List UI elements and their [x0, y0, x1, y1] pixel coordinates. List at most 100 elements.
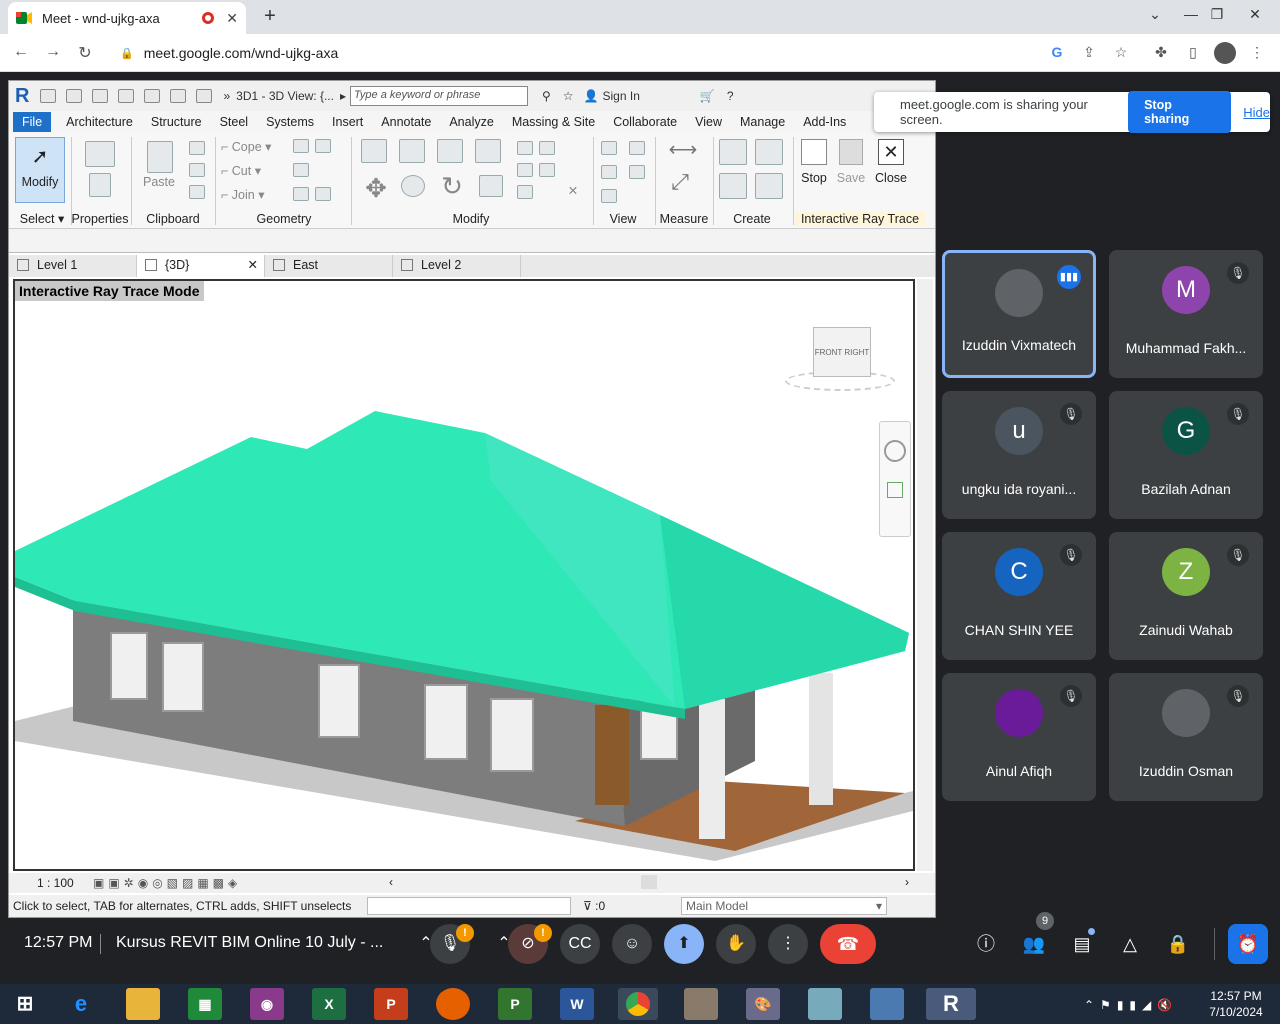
raise-hand-button[interactable]: ✋ — [716, 924, 756, 964]
mirror-pick-icon[interactable] — [437, 139, 463, 163]
mirror-draw-icon[interactable] — [475, 139, 501, 163]
design-option-select[interactable]: Main Model ▾ — [681, 897, 887, 915]
tab-architecture[interactable]: Architecture — [66, 115, 133, 129]
back-icon[interactable]: ← — [10, 43, 32, 63]
system-tray-icons[interactable]: ⌃⚑▮▮◢🔇 — [1084, 998, 1178, 1012]
new-tab-button[interactable]: + — [258, 4, 282, 28]
tool-icon[interactable] — [684, 988, 718, 1020]
tab-structure[interactable]: Structure — [151, 115, 202, 129]
filter-count[interactable]: ⊽ :0 — [583, 899, 605, 913]
participant-tile[interactable]: G Bazilah Adnan 🎙 — [1109, 391, 1263, 519]
star-icon[interactable]: ☆ — [563, 89, 574, 103]
participant-tile[interactable]: Izuddin Vixmatech ▮▮▮ — [942, 250, 1096, 378]
cut-button[interactable]: ⌐ Cut ▾ — [221, 163, 291, 178]
view-tab-level-1[interactable]: Level 1 — [9, 255, 137, 277]
create-group-icon[interactable] — [755, 139, 783, 165]
pin-icon[interactable] — [517, 185, 533, 199]
copy-clip-icon[interactable] — [189, 163, 205, 177]
geometry-tool-3-icon[interactable] — [293, 163, 309, 177]
tab-annotate[interactable]: Annotate — [381, 115, 431, 129]
type-properties-icon[interactable] — [89, 173, 111, 197]
view-tool-4-icon[interactable] — [629, 165, 645, 179]
scroll-left-icon[interactable]: ‹ — [389, 875, 393, 889]
split-gap-icon[interactable] — [539, 141, 555, 155]
measure-qat-icon[interactable] — [196, 89, 213, 103]
leave-call-button[interactable]: ☎ — [820, 924, 876, 964]
tab-collaborate[interactable]: Collaborate — [613, 115, 677, 129]
extensions-icon[interactable]: ✤ — [1152, 44, 1170, 62]
help-icon[interactable]: ? — [727, 89, 734, 103]
stop-sharing-button[interactable]: Stop sharing — [1128, 91, 1232, 133]
browser-tab[interactable]: Meet - wnd-ujkg-axa ✕ — [8, 2, 246, 34]
cart-icon[interactable]: 🛒 — [700, 89, 715, 103]
tab-add-ins[interactable]: Add-Ins — [803, 115, 846, 129]
select-dropdown[interactable]: Select ▾ — [17, 211, 67, 226]
scroll-right-icon[interactable]: › — [905, 875, 909, 889]
participant-tile[interactable]: Z Zainudi Wahab 🎙 — [1109, 532, 1263, 660]
participant-tile[interactable]: u ungku ida royani... 🎙 — [942, 391, 1096, 519]
delete-icon[interactable]: ✕ — [565, 183, 581, 198]
create-parts-icon[interactable] — [719, 173, 747, 199]
google-lens-icon[interactable]: G — [1048, 44, 1066, 62]
stop-button[interactable]: Stop — [799, 137, 829, 185]
timer-icon[interactable]: ⏰ — [1228, 924, 1268, 964]
align-icon[interactable] — [361, 139, 387, 163]
cut-clip-icon[interactable] — [189, 141, 205, 155]
view-tab-3d[interactable]: {3D} ✕ — [137, 255, 265, 277]
revit-search-input[interactable]: Type a keyword or phrase — [350, 86, 528, 106]
match-type-icon[interactable] — [189, 185, 205, 199]
aligned-dimension-icon[interactable]: ⟷ — [663, 137, 703, 162]
move-icon[interactable]: ✥ — [361, 173, 391, 204]
chrome-icon[interactable] — [618, 988, 658, 1020]
tab-close-icon[interactable]: ✕ — [226, 10, 238, 27]
window-close-button[interactable]: ✕ — [1240, 6, 1270, 23]
close-view-icon[interactable]: ✕ — [248, 257, 258, 272]
restore-button[interactable]: ❐ — [1202, 6, 1232, 23]
measure-icon[interactable]: ⤢ — [665, 169, 695, 195]
create-assembly-icon[interactable] — [755, 173, 783, 199]
save-icon[interactable] — [66, 89, 83, 103]
modify-button[interactable]: ➚ Modify — [15, 137, 65, 203]
powerpoint-icon[interactable]: P — [374, 988, 408, 1020]
file-explorer-icon[interactable] — [126, 988, 160, 1020]
participant-tile[interactable]: Ainul Afiqh 🎙 — [942, 673, 1096, 801]
internet-explorer-icon[interactable]: e — [64, 988, 98, 1020]
create-similar-icon[interactable] — [719, 139, 747, 165]
geometry-tool-1-icon[interactable] — [293, 139, 309, 153]
tab-search-icon[interactable]: ⌄ — [1140, 6, 1170, 23]
reload-icon[interactable]: ↻ — [74, 43, 96, 63]
forward-icon[interactable]: → — [42, 43, 64, 63]
tab-manage[interactable]: Manage — [740, 115, 785, 129]
revit-taskbar-icon[interactable]: R — [926, 988, 976, 1020]
3d-viewport[interactable]: Interactive Ray Trace Mode FRONT RIGHT — [13, 279, 915, 871]
view-tab-east[interactable]: East — [265, 255, 393, 277]
activities-icon[interactable]: △ — [1116, 930, 1144, 958]
binoculars-icon[interactable]: ⚲ — [542, 89, 551, 103]
view-scale[interactable]: 1 : 100 — [37, 876, 74, 890]
vertical-scrollbar[interactable] — [917, 279, 933, 871]
properties-icon[interactable] — [85, 141, 115, 167]
url-bar[interactable]: 🔒 meet.google.com/wnd-ujkg-axa — [110, 40, 1150, 66]
viewcube-front[interactable]: FRONT — [815, 348, 842, 357]
revit-logo[interactable]: R — [15, 85, 29, 108]
view-tool-5-icon[interactable] — [601, 189, 617, 203]
taskbar-clock[interactable]: 12:57 PM 7/10/2024 — [1204, 988, 1268, 1020]
tab-view[interactable]: View — [695, 115, 722, 129]
redo-icon[interactable] — [144, 89, 161, 103]
tab-systems[interactable]: Systems — [266, 115, 314, 129]
join-button[interactable]: ⌐ Join ▾ — [221, 187, 291, 202]
viewcube-right[interactable]: RIGHT — [844, 348, 869, 357]
tab-file[interactable]: File — [13, 112, 52, 132]
excel-icon[interactable]: X — [312, 988, 346, 1020]
participant-tile[interactable]: C CHAN SHIN YEE 🎙 — [942, 532, 1096, 660]
print-icon[interactable] — [170, 89, 187, 103]
sync-icon[interactable] — [92, 89, 109, 103]
word-icon[interactable]: W — [560, 988, 594, 1020]
more-options-button[interactable]: ⋮ — [768, 924, 808, 964]
close-render-button[interactable]: ✕ Close — [873, 137, 909, 185]
paste-icon[interactable] — [147, 141, 173, 173]
photos-icon[interactable] — [870, 988, 904, 1020]
share-icon[interactable]: ⇪ — [1080, 44, 1098, 62]
save-render-button[interactable]: Save — [835, 137, 867, 185]
participant-tile[interactable]: M Muhammad Fakh... 🎙 — [1109, 250, 1263, 378]
